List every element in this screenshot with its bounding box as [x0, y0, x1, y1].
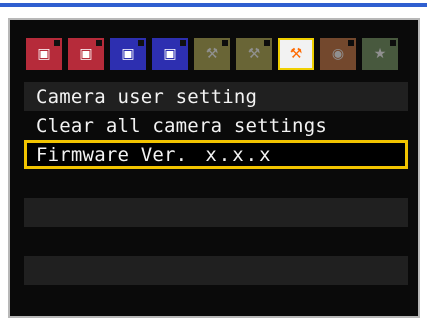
setup-menu-3-glyph: ⚒ — [289, 46, 303, 62]
custom-functions-glyph: ◉ — [331, 46, 345, 62]
tab-corner-mark — [348, 40, 354, 46]
setup-menu-2-glyph: ⚒ — [247, 46, 261, 62]
menu-item-clear-all-camera-settings[interactable]: Clear all camera settings — [24, 111, 408, 140]
playback-menu-2-icon[interactable]: ▣ — [152, 38, 188, 70]
tab-corner-mark — [264, 40, 270, 46]
playback-menu-1-glyph: ▣ — [121, 46, 135, 62]
custom-functions-icon[interactable]: ◉ — [320, 38, 356, 70]
empty-row — [24, 256, 408, 285]
tab-corner-mark — [180, 40, 186, 46]
shooting-menu-1-glyph: ▣ — [37, 46, 51, 62]
menu-item-camera-user-setting[interactable]: Camera user setting — [24, 82, 408, 111]
menu-item-label: Clear all camera settings — [36, 114, 327, 137]
empty-row — [24, 227, 408, 256]
tab-corner-mark — [54, 40, 60, 46]
tab-corner-mark — [96, 40, 102, 46]
shooting-menu-2-glyph: ▣ — [79, 46, 93, 62]
tab-corner-mark — [390, 40, 396, 46]
firmware-version-value: x.x.x — [205, 143, 273, 166]
empty-row — [24, 198, 408, 227]
menu-item-firmware-version[interactable]: Firmware Ver. x.x.x — [24, 140, 408, 169]
lcd-screen: ▣ ▣ ▣ ▣ ⚒ ⚒ ⚒ ◉ ★ Camera user setting Clear all … — [8, 18, 420, 318]
my-menu-icon[interactable]: ★ — [362, 38, 398, 70]
empty-row — [24, 169, 408, 198]
setup-menu-1-glyph: ⚒ — [205, 46, 219, 62]
setup-menu-1-icon[interactable]: ⚒ — [194, 38, 230, 70]
setup-menu-2-icon[interactable]: ⚒ — [236, 38, 272, 70]
playback-menu-2-glyph: ▣ — [163, 46, 177, 62]
playback-menu-1-icon[interactable]: ▣ — [110, 38, 146, 70]
shooting-menu-2-icon[interactable]: ▣ — [68, 38, 104, 70]
menu-tab-bar: ▣ ▣ ▣ ▣ ⚒ ⚒ ⚒ ◉ ★ — [26, 38, 406, 72]
setup-menu-3-icon[interactable]: ⚒ — [278, 38, 314, 70]
my-menu-glyph: ★ — [373, 46, 387, 62]
menu-item-label: Firmware Ver. — [36, 143, 188, 166]
tab-corner-mark — [138, 40, 144, 46]
menu-item-label: Camera user setting — [36, 85, 258, 108]
camera-lcd-screenshot: ▣ ▣ ▣ ▣ ⚒ ⚒ ⚒ ◉ ★ Camera user setting Clear all … — [0, 0, 427, 322]
top-accent-line — [0, 3, 427, 7]
setup-menu-list: Camera user setting Clear all camera set… — [24, 82, 408, 314]
shooting-menu-1-icon[interactable]: ▣ — [26, 38, 62, 70]
empty-row — [24, 285, 408, 314]
tab-corner-mark — [222, 40, 228, 46]
